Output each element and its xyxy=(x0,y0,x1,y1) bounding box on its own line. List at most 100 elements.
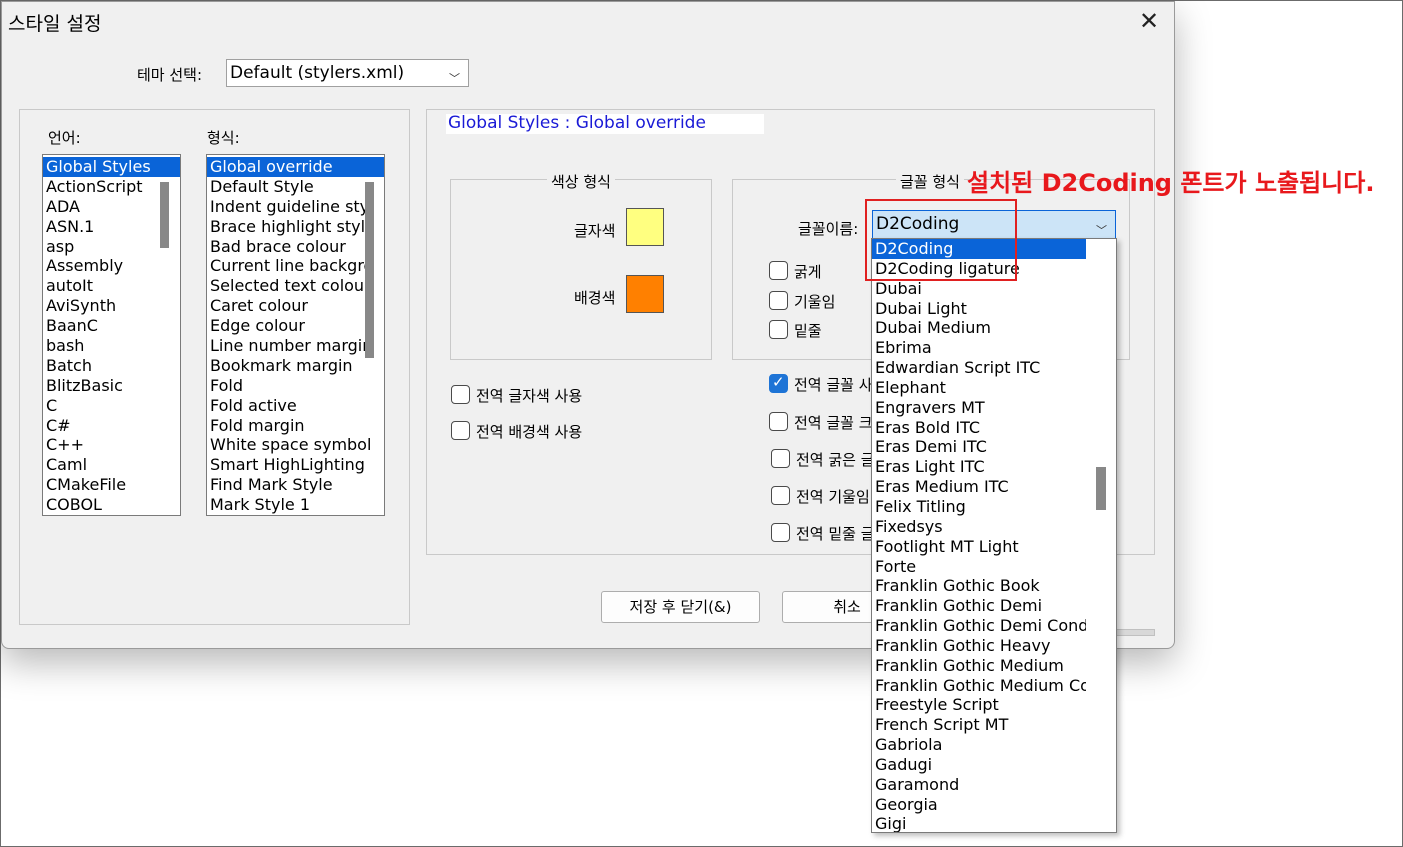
style-list-item[interactable]: Default Style xyxy=(207,177,384,197)
font-dropdown-item[interactable]: Gigi xyxy=(872,814,1086,832)
font-dropdown-item[interactable]: Eras Bold ITC xyxy=(872,418,1086,438)
fg-colour-label: 글자색 xyxy=(574,222,616,240)
global-underline-label: 전역 밑줄 글 xyxy=(796,525,875,543)
font-dropdown-item[interactable]: Franklin Gothic Heavy xyxy=(872,636,1086,656)
font-dropdown-item[interactable]: Ebrima xyxy=(872,338,1086,358)
language-list-item[interactable]: C xyxy=(43,396,180,416)
font-dropdown-item[interactable]: Dubai Medium xyxy=(872,318,1086,338)
style-list-item[interactable]: Caret colour xyxy=(207,296,384,316)
global-font-checkbox[interactable] xyxy=(769,373,788,393)
style-list-item[interactable]: Brace highlight style xyxy=(207,217,384,237)
language-list-item[interactable]: CMakeFile xyxy=(43,475,180,495)
language-list-item[interactable]: autoIt xyxy=(43,276,180,296)
theme-select[interactable]: Default (stylers.xml) ﹀ xyxy=(226,59,469,87)
style-list-item[interactable]: Current line backgro xyxy=(207,256,384,276)
font-dropdown-item[interactable]: Eras Demi ITC xyxy=(872,437,1086,457)
save-close-button[interactable]: 저장 후 닫기(&) xyxy=(601,591,760,623)
language-list-item[interactable]: BaanC xyxy=(43,316,180,336)
style-list-item[interactable]: White space symbol xyxy=(207,435,384,455)
font-dropdown-item[interactable]: French Script MT xyxy=(872,715,1086,735)
font-dropdown-item[interactable]: Franklin Gothic Medium xyxy=(872,656,1086,676)
style-list-item[interactable]: Global override xyxy=(207,157,384,177)
font-dropdown-item[interactable]: Felix Titling xyxy=(872,497,1086,517)
style-list-item[interactable]: Find Mark Style xyxy=(207,475,384,495)
global-size-label: 전역 글꼴 크 xyxy=(794,414,873,432)
bg-colour-swatch[interactable] xyxy=(626,275,664,313)
annotation-text: 설치된 D2Coding 폰트가 노출됩니다. xyxy=(967,169,1375,197)
font-dropdown-item[interactable]: Franklin Gothic Medium Cond xyxy=(872,676,1086,696)
font-dropdown-item[interactable]: Franklin Gothic Demi Cond xyxy=(872,616,1086,636)
font-dropdown-item[interactable]: Dubai Light xyxy=(872,299,1086,319)
font-dropdown-item[interactable]: Engravers MT xyxy=(872,398,1086,418)
style-list-item[interactable]: Mark Style 1 xyxy=(207,495,384,515)
style-list-item[interactable]: Bookmark margin xyxy=(207,356,384,376)
style-list-item[interactable]: Fold active xyxy=(207,396,384,416)
global-fg-label: 전역 글자색 사용 xyxy=(476,387,583,405)
underline-label: 밑줄 xyxy=(794,322,822,340)
font-dropdown-item[interactable]: Franklin Gothic Book xyxy=(872,576,1086,596)
style-list-item[interactable]: Fold xyxy=(207,376,384,396)
global-bold-checkbox[interactable] xyxy=(771,449,790,468)
font-dropdown-item[interactable]: Eras Medium ITC xyxy=(872,477,1086,497)
style-list[interactable]: Global override Default Style Indent guide… xyxy=(206,154,385,516)
global-italic-checkbox[interactable] xyxy=(771,486,790,505)
language-list-item[interactable]: COBOL xyxy=(43,495,180,515)
font-name-label: 글꼴이름: xyxy=(798,220,859,238)
font-dropdown-item[interactable]: Forte xyxy=(872,557,1086,577)
global-bold-label: 전역 굵은 글 xyxy=(796,451,875,469)
language-list-scrollbar[interactable] xyxy=(160,182,169,248)
language-list-item[interactable]: Assembly xyxy=(43,256,180,276)
bold-label: 굵게 xyxy=(794,263,822,281)
underline-checkbox[interactable] xyxy=(769,320,788,339)
language-list-item[interactable]: Batch xyxy=(43,356,180,376)
close-icon[interactable]: ✕ xyxy=(1139,7,1159,35)
italic-checkbox[interactable] xyxy=(769,291,788,310)
language-list-item[interactable]: Caml xyxy=(43,455,180,475)
font-dropdown-item[interactable]: Garamond xyxy=(872,775,1086,795)
bold-checkbox[interactable] xyxy=(769,261,788,280)
font-dropdown-item[interactable]: Footlight MT Light xyxy=(872,537,1086,557)
style-label: 형식: xyxy=(207,129,240,147)
italic-label: 기울임 xyxy=(794,293,836,311)
language-list-item[interactable]: C# xyxy=(43,416,180,436)
language-list-item[interactable]: Global Styles xyxy=(43,157,180,177)
language-list-item[interactable]: C++ xyxy=(43,435,180,455)
style-list-item[interactable]: Edge colour xyxy=(207,316,384,336)
style-list-item[interactable]: Fold margin xyxy=(207,416,384,436)
global-bg-checkbox[interactable] xyxy=(451,421,470,440)
font-dropdown-item[interactable]: Freestyle Script xyxy=(872,695,1086,715)
language-list-item[interactable]: bash xyxy=(43,336,180,356)
font-dropdown-item[interactable]: Gadugi xyxy=(872,755,1086,775)
chevron-down-icon: ﹀ xyxy=(449,72,460,85)
font-dropdown-list[interactable]: D2Coding D2Coding ligature Dubai Dubai Ligh… xyxy=(871,238,1117,833)
style-list-scrollbar[interactable] xyxy=(365,182,374,358)
language-list-item[interactable]: BlitzBasic xyxy=(43,376,180,396)
theme-select-value: Default (stylers.xml) xyxy=(230,63,405,83)
transparency-slider[interactable] xyxy=(1115,629,1155,636)
font-dropdown-item[interactable]: Eras Light ITC xyxy=(872,457,1086,477)
global-fg-checkbox[interactable] xyxy=(451,385,470,404)
global-bg-label: 전역 배경색 사용 xyxy=(476,423,583,441)
font-dropdown-item[interactable]: Elephant xyxy=(872,378,1086,398)
font-dropdown-item[interactable]: Fixedsys xyxy=(872,517,1086,537)
language-list-item[interactable]: AviSynth xyxy=(43,296,180,316)
font-dropdown-item[interactable]: Dubai xyxy=(872,279,1086,299)
font-dropdown-item[interactable]: Franklin Gothic Demi xyxy=(872,596,1086,616)
style-list-item[interactable]: Bad brace colour xyxy=(207,237,384,257)
font-dropdown-item[interactable]: Gabriola xyxy=(872,735,1086,755)
global-underline-checkbox[interactable] xyxy=(771,523,790,542)
style-list-item[interactable]: Line number margin xyxy=(207,336,384,356)
global-italic-label: 전역 기울임 xyxy=(796,488,870,506)
font-dropdown-item[interactable]: Edwardian Script ITC xyxy=(872,358,1086,378)
global-size-checkbox[interactable] xyxy=(769,412,788,431)
font-dropdown-scrollbar[interactable] xyxy=(1096,467,1106,510)
font-dropdown-item[interactable]: Georgia xyxy=(872,795,1086,815)
colour-style-group xyxy=(450,179,712,360)
style-list-item[interactable]: Selected text colour xyxy=(207,276,384,296)
style-list-item[interactable]: Indent guideline sty xyxy=(207,197,384,217)
fg-colour-swatch[interactable] xyxy=(626,208,664,246)
global-font-label: 전역 글꼴 사 xyxy=(794,376,873,394)
font-group-title: 글꼴 형식 xyxy=(896,171,964,192)
style-list-item[interactable]: Smart HighLighting xyxy=(207,455,384,475)
style-heading: Global Styles : Global override xyxy=(448,113,706,133)
